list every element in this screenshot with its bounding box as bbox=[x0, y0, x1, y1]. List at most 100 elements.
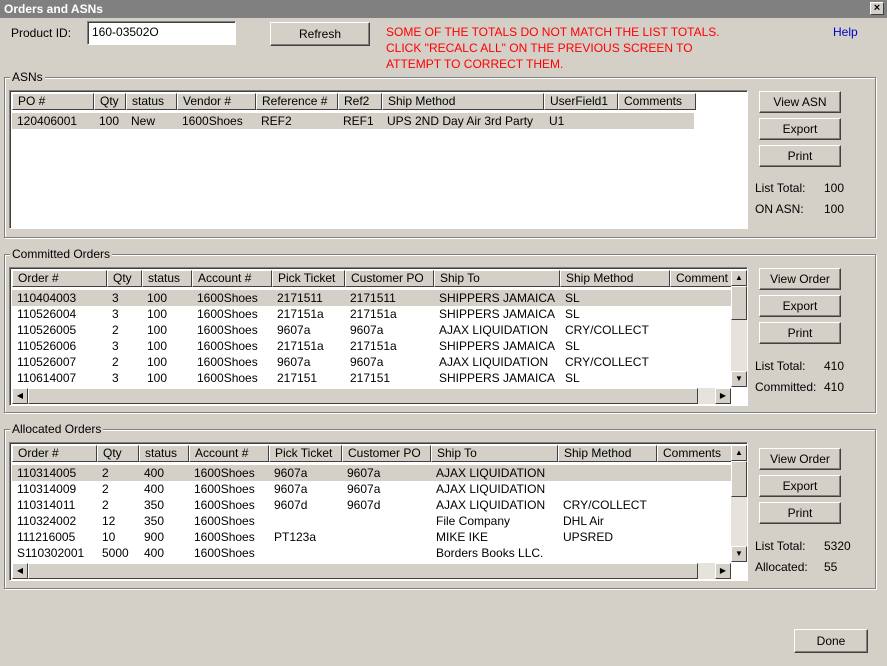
table-row[interactable]: 110404003 3 100 1600Shoes 2171511 217151… bbox=[12, 290, 732, 306]
column-header-status[interactable]: status bbox=[142, 270, 192, 287]
column-header-userfield1[interactable]: UserField1 bbox=[544, 93, 618, 110]
column-header-qty[interactable]: Qty bbox=[97, 445, 139, 462]
table-row[interactable]: 110526007 2 100 1600Shoes 9607a 9607a AJ… bbox=[12, 354, 732, 370]
column-header-ship-method[interactable]: Ship Method bbox=[382, 93, 544, 110]
column-header-comments[interactable]: Comments bbox=[618, 93, 696, 110]
allocated-count-label: Allocated: bbox=[755, 560, 808, 574]
cell-ship-method: SL bbox=[565, 291, 580, 305]
cell-order: 111216005 bbox=[17, 530, 76, 544]
table-row[interactable]: S110302001 5000 400 1600Shoes Borders Bo… bbox=[12, 545, 732, 561]
column-header-ship-method[interactable]: Ship Method bbox=[560, 270, 670, 287]
product-id-input[interactable]: 160-03502O bbox=[87, 21, 236, 45]
help-link[interactable]: Help bbox=[833, 25, 858, 39]
cell-ship-method: CRY/COLLECT bbox=[565, 355, 649, 369]
column-header-reference[interactable]: Reference # bbox=[256, 93, 338, 110]
table-row[interactable]: 110314005 2 400 1600Shoes 9607a 9607a AJ… bbox=[12, 465, 732, 481]
view-allocated-order-button[interactable]: View Order bbox=[759, 448, 841, 470]
cell-ship-to: Borders Books LLC. bbox=[436, 546, 544, 560]
asns-on-asn-label: ON ASN: bbox=[755, 202, 804, 216]
view-asn-button[interactable]: View ASN bbox=[759, 91, 841, 113]
scroll-right-icon[interactable]: ▶ bbox=[715, 388, 731, 404]
column-header-ref2[interactable]: Ref2 bbox=[338, 93, 382, 110]
scroll-right-icon[interactable]: ▶ bbox=[715, 563, 731, 579]
table-row[interactable]: 111216005 10 900 1600Shoes PT123a MIKE I… bbox=[12, 529, 732, 545]
cell-qty: 2 bbox=[112, 323, 119, 337]
cell-pick-ticket: 9607a bbox=[277, 355, 311, 369]
cell-order: 110526006 bbox=[17, 339, 77, 353]
done-button[interactable]: Done bbox=[794, 629, 868, 653]
scroll-down-icon[interactable]: ▼ bbox=[731, 371, 747, 387]
cell-ship-method: UPS 2ND Day Air 3rd Party bbox=[387, 114, 534, 128]
allocated-vertical-scrollbar[interactable]: ▲ ▼ bbox=[731, 445, 747, 562]
column-header-status[interactable]: status bbox=[126, 93, 177, 110]
column-header-customer-po[interactable]: Customer PO bbox=[345, 270, 434, 287]
column-header-comment[interactable]: Comment bbox=[670, 270, 732, 287]
scroll-thumb[interactable] bbox=[28, 563, 698, 579]
column-header-account[interactable]: Account # bbox=[192, 270, 272, 287]
committed-orders-table: Order # Qty status Account # Pick Ticket… bbox=[9, 267, 748, 406]
column-header-customer-po[interactable]: Customer PO bbox=[342, 445, 431, 462]
export-asn-button[interactable]: Export bbox=[759, 118, 841, 140]
cell-order: S110302001 bbox=[17, 546, 85, 560]
column-header-qty[interactable]: Qty bbox=[107, 270, 142, 287]
cell-customer-po bbox=[342, 545, 431, 561]
print-allocated-button[interactable]: Print bbox=[759, 502, 841, 524]
export-allocated-button[interactable]: Export bbox=[759, 475, 841, 497]
column-header-order[interactable]: Order # bbox=[12, 270, 107, 287]
cell-status: 100 bbox=[147, 339, 168, 353]
table-row[interactable]: 120406001 100 New 1600Shoes REF2 REF1 UP… bbox=[12, 113, 694, 129]
cell-pick-ticket bbox=[269, 545, 342, 561]
cell-reference: REF2 bbox=[261, 114, 292, 128]
scroll-thumb[interactable] bbox=[731, 286, 747, 320]
scroll-thumb[interactable] bbox=[731, 461, 747, 497]
committed-horizontal-scrollbar[interactable]: ◀ ▶ bbox=[12, 388, 731, 404]
cell-customer-po: 9607a bbox=[350, 355, 384, 369]
cell-status: 350 bbox=[144, 514, 165, 528]
cell-comments bbox=[657, 513, 732, 529]
totals-warning: SOME OF THE TOTALS DO NOT MATCH THE LIST… bbox=[386, 24, 720, 72]
cell-ship-method: SL bbox=[565, 371, 580, 385]
table-row[interactable]: 110614007 3 100 1600Shoes 217151 217151 … bbox=[12, 370, 732, 386]
export-committed-button[interactable]: Export bbox=[759, 295, 841, 317]
table-row[interactable]: 110314011 2 350 1600Shoes 9607d 9607d AJ… bbox=[12, 497, 732, 513]
scroll-up-icon[interactable]: ▲ bbox=[731, 270, 747, 286]
cell-ship-to: MIKE IKE bbox=[436, 530, 489, 544]
column-header-pick-ticket[interactable]: Pick Ticket bbox=[272, 270, 345, 287]
cell-ship-to: AJAX LIQUIDATION bbox=[436, 466, 546, 480]
cell-customer-po: 9607a bbox=[350, 323, 384, 337]
column-header-comments[interactable]: Comments bbox=[657, 445, 732, 462]
cell-account: 1600Shoes bbox=[197, 323, 258, 337]
column-header-order[interactable]: Order # bbox=[12, 445, 97, 462]
cell-ship-to: SHIPPERS JAMAICA bbox=[439, 339, 556, 353]
column-header-status[interactable]: status bbox=[139, 445, 189, 462]
allocated-horizontal-scrollbar[interactable]: ◀ ▶ bbox=[12, 563, 731, 579]
column-header-pick-ticket[interactable]: Pick Ticket bbox=[269, 445, 342, 462]
scroll-thumb[interactable] bbox=[28, 388, 698, 404]
column-header-ship-to[interactable]: Ship To bbox=[434, 270, 560, 287]
scroll-left-icon[interactable]: ◀ bbox=[12, 388, 28, 404]
table-row[interactable]: 110526006 3 100 1600Shoes 217151a 217151… bbox=[12, 338, 732, 354]
table-row[interactable]: 110324002 12 350 1600Shoes File Company … bbox=[12, 513, 732, 529]
refresh-button[interactable]: Refresh bbox=[270, 22, 370, 46]
committed-vertical-scrollbar[interactable]: ▲ ▼ bbox=[731, 270, 747, 387]
cell-customer-po: 9607d bbox=[347, 498, 381, 512]
table-row[interactable]: 110526005 2 100 1600Shoes 9607a 9607a AJ… bbox=[12, 322, 732, 338]
cell-pick-ticket: 9607a bbox=[274, 466, 308, 480]
column-header-ship-method[interactable]: Ship Method bbox=[558, 445, 657, 462]
table-row[interactable]: 110314009 2 400 1600Shoes 9607a 9607a AJ… bbox=[12, 481, 732, 497]
print-asn-button[interactable]: Print bbox=[759, 145, 841, 167]
scroll-up-icon[interactable]: ▲ bbox=[731, 445, 747, 461]
column-header-qty[interactable]: Qty bbox=[94, 93, 126, 110]
print-committed-button[interactable]: Print bbox=[759, 322, 841, 344]
scroll-down-icon[interactable]: ▼ bbox=[731, 546, 747, 562]
close-icon[interactable]: × bbox=[870, 2, 884, 15]
scroll-left-icon[interactable]: ◀ bbox=[12, 563, 28, 579]
column-header-po[interactable]: PO # bbox=[12, 93, 94, 110]
view-committed-order-button[interactable]: View Order bbox=[759, 268, 841, 290]
table-row[interactable]: 110526004 3 100 1600Shoes 217151a 217151… bbox=[12, 306, 732, 322]
cell-qty: 3 bbox=[112, 291, 119, 305]
cell-comments bbox=[657, 465, 732, 481]
column-header-account[interactable]: Account # bbox=[189, 445, 269, 462]
column-header-ship-to[interactable]: Ship To bbox=[431, 445, 558, 462]
column-header-vendor[interactable]: Vendor # bbox=[177, 93, 256, 110]
